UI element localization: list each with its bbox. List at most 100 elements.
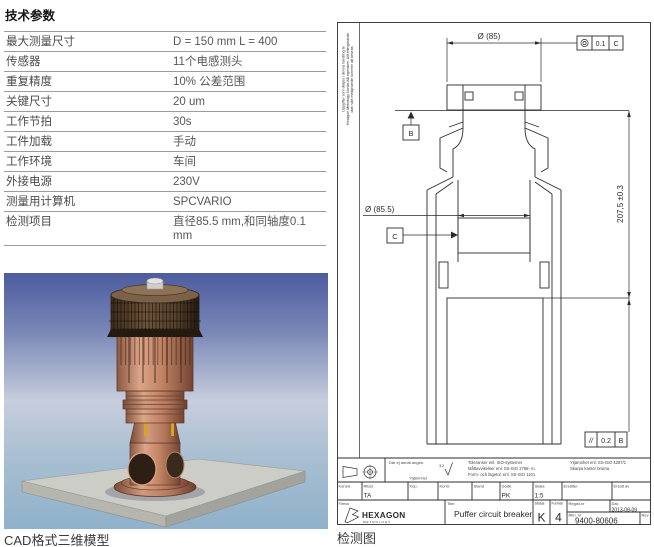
dim-top-label: Ø (85) bbox=[478, 32, 501, 41]
scale-value: 1:5 bbox=[535, 493, 544, 500]
drawing-caption: 检测图 bbox=[337, 528, 376, 547]
page: 技术参数 最大测量尺寸D = 150 mm L = 400 传感器11个电感测头… bbox=[0, 0, 654, 547]
svg-text:Toleranser enl. ISO-systemet: Toleranser enl. ISO-systemet bbox=[468, 460, 523, 465]
title-block: Där ej annat anges: Ytjämnhet 3,2 Tolera… bbox=[338, 458, 651, 525]
concentricity-icon bbox=[581, 39, 588, 46]
param-value: 11个电感测头 bbox=[173, 55, 325, 69]
table-row: 最大测量尺寸D = 150 mm L = 400 bbox=[4, 32, 326, 52]
svg-text:Titel: Titel bbox=[447, 501, 455, 506]
svg-text:Format: Format bbox=[552, 502, 563, 506]
projection-symbol-icon bbox=[343, 465, 378, 480]
note-ytjamnhet: Ytjämnhet bbox=[409, 476, 428, 481]
param-value: 20 um bbox=[173, 95, 325, 109]
ritad-value: TA bbox=[364, 493, 372, 500]
godk-value: PK bbox=[502, 493, 511, 500]
cad-caption: CAD格式三维模型 bbox=[4, 530, 109, 547]
svg-text:Ersatt av: Ersatt av bbox=[614, 484, 630, 489]
svg-text:Ersätter: Ersätter bbox=[564, 484, 579, 489]
svg-text:utan vårt medgivande kommer at: utan vårt medgivande kommer att beivras. bbox=[350, 45, 354, 112]
param-label: 工作环境 bbox=[6, 155, 173, 169]
svg-text:Ytjämnhet enl. SS-ISO 4287/1: Ytjämnhet enl. SS-ISO 4287/1 bbox=[570, 460, 627, 465]
svg-text:Måttavvikelser enl. SS-ISO 276: Måttavvikelser enl. SS-ISO 2768- m. bbox=[468, 466, 536, 471]
datum-c-flag: C bbox=[387, 228, 458, 243]
table-row: 传感器11个电感测头 bbox=[4, 52, 326, 72]
table-row: 重复精度10% 公差范围 bbox=[4, 72, 326, 92]
params-rows: 最大测量尺寸D = 150 mm L = 400 传感器11个电感测头 重复精度… bbox=[4, 31, 326, 246]
dim-height-label: 207,5 ±0.3 bbox=[616, 185, 625, 223]
param-label: 最大测量尺寸 bbox=[6, 35, 173, 49]
svg-text:Skala: Skala bbox=[535, 484, 546, 489]
svg-text:Stand: Stand bbox=[474, 484, 484, 489]
params-title: 技术参数 bbox=[5, 5, 326, 24]
dim-bore-label: Ø (85.5) bbox=[365, 205, 395, 214]
cad-3d-model-image bbox=[4, 273, 328, 529]
table-row: 外接电源230V bbox=[4, 172, 326, 192]
param-value: 30s bbox=[173, 115, 325, 129]
table-row: 测量用计算机SPCVARIO bbox=[4, 192, 326, 212]
svg-text:Ritad: Ritad bbox=[364, 484, 373, 489]
table-row: 工作节拍30s bbox=[4, 112, 326, 132]
svg-text:Regist.nr: Regist.nr bbox=[569, 501, 586, 506]
fcf-concentricity: 0.1 C bbox=[577, 36, 623, 50]
param-label: 工件加载 bbox=[6, 135, 173, 149]
svg-text:Firma: Firma bbox=[339, 501, 350, 506]
svg-text:Kontr.: Kontr. bbox=[440, 484, 450, 489]
param-value: 10% 公差范围 bbox=[173, 75, 325, 89]
table-row: 检测项目直径85.5 mm,和同轴度0.1 mm bbox=[4, 212, 326, 246]
svg-text:Form- och lägetol. enl. SS-ISO: Form- och lägetol. enl. SS-ISO 1101 bbox=[468, 472, 536, 477]
svg-text:Kop.: Kop. bbox=[410, 484, 418, 489]
status-value: K bbox=[537, 511, 545, 525]
fcf-parallelism: // 0.2 B bbox=[585, 432, 627, 447]
part-outline bbox=[427, 85, 561, 444]
table-row: 工件加载手动 bbox=[4, 132, 326, 152]
svg-text:Godk.: Godk. bbox=[502, 484, 513, 489]
fcf-par-value: 0.2 bbox=[601, 438, 611, 445]
datum-b-flag: B bbox=[395, 111, 629, 141]
confidentiality-note: Uppgifter som delges i denna handling är… bbox=[342, 33, 355, 125]
yellow-mark bbox=[144, 422, 147, 436]
svg-text:Rev: Rev bbox=[642, 513, 649, 518]
yellow-mark bbox=[171, 422, 174, 436]
param-label: 工作节拍 bbox=[6, 115, 173, 129]
roughness-value: 3,2 bbox=[439, 464, 444, 468]
hexagon-logo: HEXAGON METROLOGY bbox=[345, 508, 406, 524]
surface-roughness-icon: 3,2 bbox=[439, 463, 452, 476]
cad-render bbox=[4, 273, 328, 529]
dim-top-diameter: Ø (85) bbox=[447, 32, 577, 82]
inspection-drawing: Uppgifter som delges i denna handling är… bbox=[337, 22, 651, 525]
param-label: 传感器 bbox=[6, 55, 173, 69]
format-value: 4 bbox=[555, 511, 562, 525]
svg-text:Skarpa kanter brutna: Skarpa kanter brutna bbox=[570, 466, 610, 471]
param-label: 检测项目 bbox=[6, 215, 173, 243]
param-value: 手动 bbox=[173, 135, 325, 149]
param-value: 230V bbox=[173, 175, 325, 189]
datum-b-label: B bbox=[408, 129, 413, 138]
param-value: D = 150 mm L = 400 bbox=[173, 35, 325, 49]
svg-text:Dat.: Dat. bbox=[612, 501, 619, 506]
param-value: SPCVARIO bbox=[173, 195, 325, 209]
fcf-par-datum: B bbox=[619, 438, 624, 445]
param-label: 重复精度 bbox=[6, 75, 173, 89]
svg-text:Status: Status bbox=[535, 502, 545, 506]
brand-subtitle: METROLOGY bbox=[363, 520, 391, 524]
dim-height: 207,5 ±0.3 bbox=[543, 111, 631, 432]
param-label: 测量用计算机 bbox=[6, 195, 173, 209]
drawing-sheet: Uppgifter som delges i denna handling är… bbox=[337, 22, 651, 525]
param-label: 外接电源 bbox=[6, 175, 173, 189]
brand-name: HEXAGON bbox=[362, 511, 406, 520]
drawing-title: Puffer circuit breaker bbox=[454, 509, 532, 519]
datum-c-label: C bbox=[392, 232, 398, 241]
note-anges: Där ej annat anges: bbox=[389, 460, 424, 465]
param-label: 关键尺寸 bbox=[6, 95, 173, 109]
drawing-number: 9400-80606 bbox=[575, 516, 618, 525]
fcf-conc-value: 0.1 bbox=[596, 41, 606, 48]
param-value: 直径85.5 mm,和同轴度0.1 mm bbox=[173, 215, 325, 243]
date-value: 2013-08-09 bbox=[612, 507, 638, 513]
dim-bore-diameter: Ø (85.5) bbox=[363, 205, 530, 217]
sheet-border bbox=[338, 23, 651, 525]
svg-text:Konstr.: Konstr. bbox=[339, 484, 351, 489]
table-row: 关键尺寸20 um bbox=[4, 92, 326, 112]
table-row: 工作环境车间 bbox=[4, 152, 326, 172]
param-value: 车间 bbox=[173, 155, 325, 169]
fcf-conc-datum: C bbox=[613, 41, 618, 48]
